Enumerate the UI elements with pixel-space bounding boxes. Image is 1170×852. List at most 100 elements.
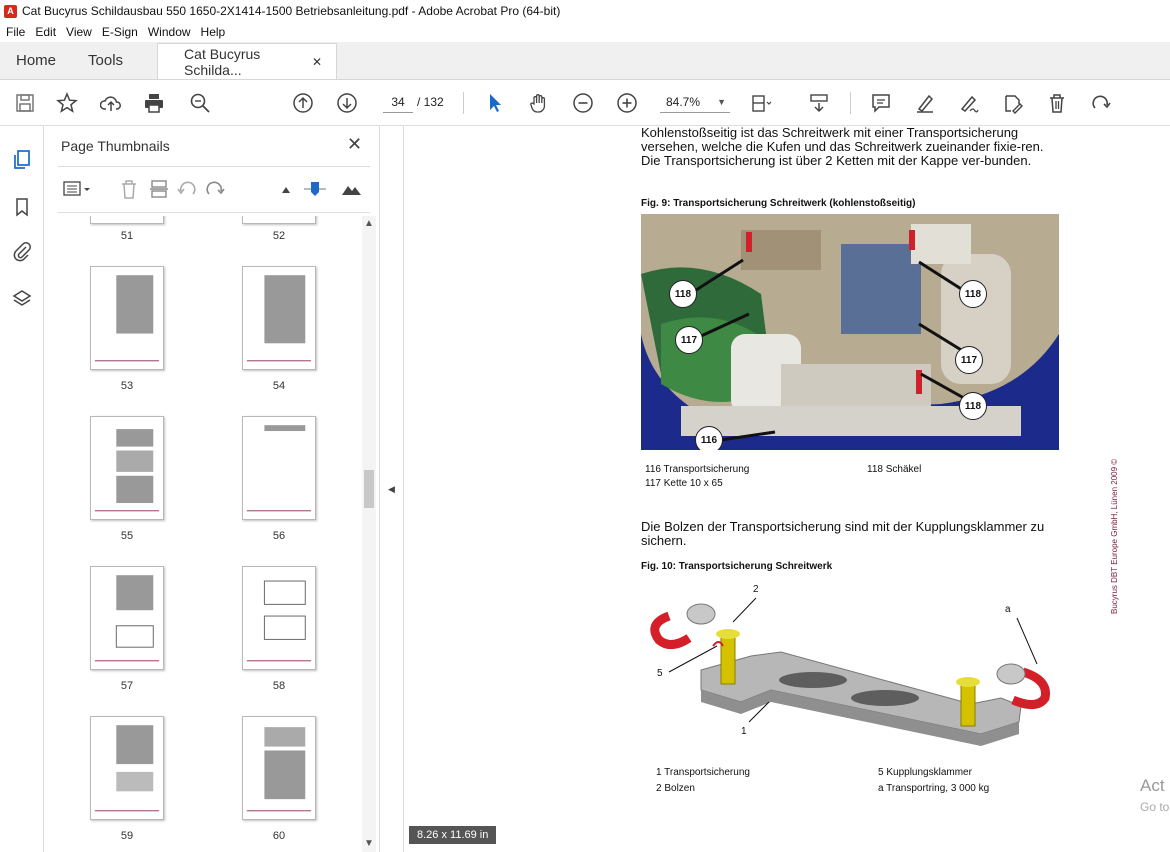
thumbnail-label: 59 xyxy=(120,830,134,842)
activation-watermark: Act xyxy=(1140,776,1165,795)
callout-117: 117 xyxy=(955,346,983,374)
page-size-badge: 8.26 x 11.69 in xyxy=(409,826,497,844)
legend-5: 5 Kupplungsklammer xyxy=(878,767,972,778)
window-title: Cat Bucyrus Schildausbau 550 1650-2X1414… xyxy=(22,4,561,18)
zoom-in-icon[interactable] xyxy=(614,90,640,116)
thumbnail-toolbar xyxy=(58,172,370,206)
thumbnail-page[interactable] xyxy=(242,266,316,370)
legend-a: a Transportring, 3 000 kg xyxy=(878,783,990,794)
highlight-pen-icon[interactable] xyxy=(912,90,938,116)
thumbnail-page[interactable] xyxy=(90,266,164,370)
figure-9-caption: Fig. 9: Transportsicherung Schreitwerk (… xyxy=(641,198,916,209)
toolbar-divider xyxy=(850,92,851,114)
thumbnail-label: 55 xyxy=(120,530,134,542)
attachment-paperclip-icon[interactable] xyxy=(9,238,35,264)
rotate-icon[interactable] xyxy=(1088,90,1114,116)
thumbnail-page[interactable] xyxy=(90,566,164,670)
close-tab-icon[interactable]: ✕ xyxy=(312,55,322,69)
figure-10-label-a: a xyxy=(1005,604,1011,615)
menu-help[interactable]: Help xyxy=(201,25,226,39)
scrolling-mode-icon[interactable] xyxy=(806,90,832,116)
thumbnail-label: 57 xyxy=(120,680,134,692)
previous-page-icon[interactable] xyxy=(290,90,316,116)
options-menu-icon[interactable] xyxy=(62,178,94,200)
insert-page-icon[interactable] xyxy=(148,178,170,200)
rotate-left-icon[interactable] xyxy=(176,178,198,200)
zoom-out-icon[interactable] xyxy=(570,90,596,116)
upload-cloud-icon[interactable] xyxy=(98,90,124,116)
tab-home[interactable]: Home xyxy=(0,41,72,79)
panel-title: Page Thumbnails xyxy=(61,138,170,154)
paragraph-2: Die Bolzen der Transportsicherung sind m… xyxy=(641,519,1045,548)
hand-tool-icon[interactable] xyxy=(526,90,552,116)
sign-icon[interactable] xyxy=(956,90,982,116)
page-thumbnails-icon[interactable] xyxy=(9,146,35,172)
page-total: / 132 xyxy=(417,95,444,109)
menu-bar: File Edit View E-Sign Window Help xyxy=(0,22,1170,42)
paragraph-1: Kohlenstoßseitig ist das Schreitwerk mit… xyxy=(641,126,1044,168)
callout-118: 118 xyxy=(959,280,987,308)
thumbnail-page[interactable] xyxy=(242,216,316,224)
thumbnail-label: 60 xyxy=(272,830,286,842)
save-icon[interactable] xyxy=(12,90,38,116)
layers-icon[interactable] xyxy=(9,286,35,312)
thumbnail-page[interactable] xyxy=(242,566,316,670)
panel-collapse-strip: ◀ xyxy=(380,126,404,852)
delete-trash-icon[interactable] xyxy=(1044,90,1070,116)
figure-10-label-2: 2 xyxy=(753,584,759,595)
menu-esign[interactable]: E-Sign xyxy=(102,25,138,39)
figure-10-label-1: 1 xyxy=(741,726,747,737)
figure-10-drawing: 2 a 5 1 xyxy=(641,584,1059,752)
figure-9-photo: 118 118 117 117 118 116 xyxy=(641,214,1059,450)
menu-edit[interactable]: Edit xyxy=(35,25,56,39)
menu-file[interactable]: File xyxy=(6,25,25,39)
thumbnail-label: 53 xyxy=(120,380,134,392)
thumbnail-list: 51 52 53 54 55 56 57 58 59 60 xyxy=(58,216,364,852)
zoom-level-select[interactable]: 84.7% ▼ xyxy=(660,91,730,113)
thumbnail-label: 58 xyxy=(272,680,286,692)
edit-pdf-icon[interactable] xyxy=(1000,90,1026,116)
next-page-icon[interactable] xyxy=(334,90,360,116)
menu-window[interactable]: Window xyxy=(148,25,191,39)
thumbnail-large-icon[interactable] xyxy=(340,178,362,200)
comment-icon[interactable] xyxy=(868,90,894,116)
callout-118: 118 xyxy=(669,280,697,308)
tab-bar: Home Tools Cat Bucyrus Schilda... ✕ xyxy=(0,42,1170,80)
left-navigation-rail xyxy=(0,126,44,852)
collapse-panel-icon[interactable]: ◀ xyxy=(388,484,395,495)
thumbnail-page[interactable] xyxy=(242,416,316,520)
thumbnail-page[interactable] xyxy=(242,716,316,820)
copyright-note: Bucyrus DBT Europe GmbH, Lünen 2009 © xyxy=(1110,458,1119,614)
page-fit-icon[interactable] xyxy=(748,90,774,116)
delete-page-icon[interactable] xyxy=(118,178,140,200)
document-view[interactable]: Kohlenstoßseitig ist das Schreitwerk mit… xyxy=(404,126,1170,852)
panel-divider xyxy=(58,166,370,167)
figure-10-label-5: 5 xyxy=(657,668,663,679)
thumbnail-size-slider[interactable] xyxy=(304,178,326,200)
thumbnail-label: 52 xyxy=(272,230,286,242)
tab-document-label: Cat Bucyrus Schilda... xyxy=(184,45,261,78)
page-number-input[interactable]: 34 xyxy=(383,91,413,113)
tab-tools[interactable]: Tools xyxy=(72,41,139,79)
bookmark-icon[interactable] xyxy=(9,194,35,220)
thumbnail-page[interactable] xyxy=(90,216,164,224)
acrobat-logo-icon: A xyxy=(4,4,17,18)
zoom-level-value: 84.7% xyxy=(666,95,701,109)
scroll-thumb[interactable] xyxy=(364,470,374,508)
print-icon[interactable] xyxy=(141,90,167,116)
zoom-search-icon[interactable] xyxy=(187,90,213,116)
scroll-down-icon[interactable]: ▼ xyxy=(364,838,374,849)
scroll-up-icon[interactable]: ▲ xyxy=(364,218,374,229)
figure-10-caption: Fig. 10: Transportsicherung Schreitwerk xyxy=(641,561,833,572)
legend-117: 117 Kette 10 x 65 xyxy=(645,478,723,489)
thumbnail-page[interactable] xyxy=(90,716,164,820)
menu-view[interactable]: View xyxy=(66,25,92,39)
thumbnail-page[interactable] xyxy=(90,416,164,520)
select-cursor-icon[interactable] xyxy=(482,90,508,116)
star-icon[interactable] xyxy=(54,90,80,116)
tab-document[interactable]: Cat Bucyrus Schilda... ✕ xyxy=(157,43,338,79)
thumbnail-scrollbar[interactable]: ▲ ▼ xyxy=(362,216,376,852)
rotate-right-icon[interactable] xyxy=(204,178,226,200)
thumbnail-small-icon[interactable] xyxy=(276,178,298,200)
close-panel-icon[interactable]: ✕ xyxy=(347,134,362,155)
